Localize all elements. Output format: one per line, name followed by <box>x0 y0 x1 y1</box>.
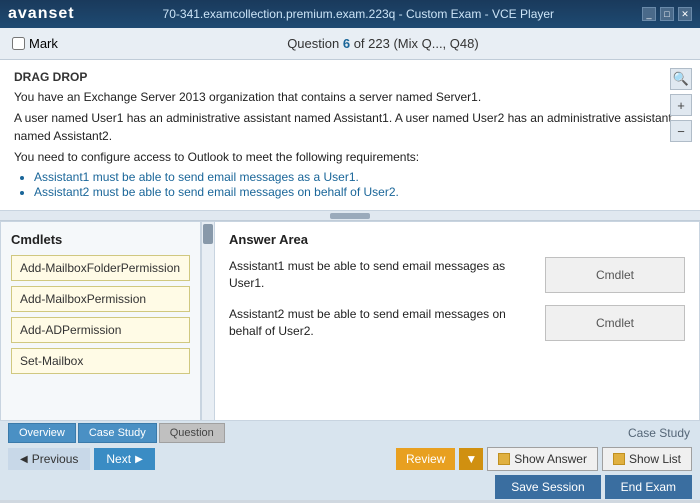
top-toolbar: Mark Question 6 of 223 (Mix Q..., Q48) <box>0 28 700 60</box>
maximize-button[interactable]: □ <box>660 7 674 21</box>
show-list-checkbox-icon <box>613 453 625 465</box>
answer-drop-zone-2[interactable]: Cmdlet <box>545 305 685 341</box>
answer-panel: Answer Area Assistant1 must be able to s… <box>215 222 699 420</box>
title-bar: avanset 70-341.examcollection.premium.ex… <box>0 0 700 28</box>
cmdlet-item-3[interactable]: Add-ADPermission <box>11 317 190 343</box>
drag-drop-container: Cmdlets Add-MailboxFolderPermission Add-… <box>0 221 700 421</box>
answer-area-title: Answer Area <box>229 232 685 247</box>
answer-drop-zone-1[interactable]: Cmdlet <box>545 257 685 293</box>
cmdlet-item-2[interactable]: Add-MailboxPermission <box>11 286 190 312</box>
review-arrow-button[interactable]: ▼ <box>459 448 483 470</box>
prev-arrow-icon: ◀ <box>20 454 28 465</box>
logo-text: avan <box>8 5 48 22</box>
question-bullets: Assistant1 must be able to send email me… <box>14 170 686 199</box>
app-logo: avanset <box>8 5 75 23</box>
mark-input[interactable] <box>12 37 25 50</box>
question-info: Question 6 of 223 (Mix Q..., Q48) <box>78 36 688 51</box>
bottom-section: Overview Case Study Question Case Study … <box>0 418 700 500</box>
nav-row: ◀ Previous Next ▶ Review ▼ Show Answer S… <box>0 443 700 475</box>
search-icon-btn[interactable]: 🔍 <box>670 68 692 90</box>
window-controls: _ □ ✕ <box>642 7 692 21</box>
bullet-2: Assistant2 must be able to send email me… <box>34 185 686 199</box>
answer-desc-2: Assistant2 must be able to send email me… <box>229 306 535 340</box>
show-answer-button[interactable]: Show Answer <box>487 447 598 471</box>
show-list-button[interactable]: Show List <box>602 447 692 471</box>
window-title: 70-341.examcollection.premium.exam.223q … <box>75 7 642 21</box>
case-study-label: Case Study <box>628 426 690 440</box>
save-session-button[interactable]: Save Session <box>495 475 600 499</box>
review-button[interactable]: Review <box>396 448 455 470</box>
minimize-button[interactable]: _ <box>642 7 656 21</box>
previous-button[interactable]: ◀ Previous <box>8 448 90 470</box>
tab-question[interactable]: Question <box>159 423 225 443</box>
horizontal-scrollbar[interactable] <box>0 211 700 221</box>
question-paragraph-1: You have an Exchange Server 2013 organiz… <box>14 88 686 166</box>
logo-suffix: set <box>48 5 74 22</box>
sidebar-icons: 🔍 + − <box>670 68 692 142</box>
question-type: DRAG DROP <box>14 70 686 84</box>
next-button[interactable]: Next ▶ <box>94 448 154 470</box>
zoom-out-btn[interactable]: − <box>670 120 692 142</box>
tab-overview[interactable]: Overview <box>8 423 76 443</box>
cmdlet-item-4[interactable]: Set-Mailbox <box>11 348 190 374</box>
answer-row-2: Assistant2 must be able to send email me… <box>229 305 685 341</box>
cmdlets-title: Cmdlets <box>11 232 190 247</box>
tab-case-study[interactable]: Case Study <box>78 423 157 443</box>
answer-desc-1: Assistant1 must be able to send email me… <box>229 258 535 292</box>
vertical-scroll-handle <box>203 224 213 244</box>
next-arrow-icon: ▶ <box>135 454 143 465</box>
review-down-icon: ▼ <box>465 452 477 466</box>
cmdlet-item-1[interactable]: Add-MailboxFolderPermission <box>11 255 190 281</box>
bullet-1: Assistant1 must be able to send email me… <box>34 170 686 184</box>
bottom-buttons-row: Save Session End Exam <box>0 475 700 503</box>
show-answer-checkbox-icon <box>498 453 510 465</box>
question-number: 6 <box>343 36 350 51</box>
close-button[interactable]: ✕ <box>678 7 692 21</box>
scroll-handle <box>330 213 370 219</box>
vertical-scrollbar[interactable] <box>201 222 215 420</box>
end-exam-button[interactable]: End Exam <box>605 475 692 499</box>
tabs-row: Overview Case Study Question Case Study <box>0 419 700 443</box>
answer-row-1: Assistant1 must be able to send email me… <box>229 257 685 293</box>
mark-label: Mark <box>29 36 58 51</box>
main-area: Mark Question 6 of 223 (Mix Q..., Q48) D… <box>0 28 700 418</box>
zoom-in-btn[interactable]: + <box>670 94 692 116</box>
question-area: DRAG DROP You have an Exchange Server 20… <box>0 60 700 211</box>
mark-checkbox[interactable]: Mark <box>12 36 58 51</box>
cmdlets-panel: Cmdlets Add-MailboxFolderPermission Add-… <box>1 222 201 420</box>
